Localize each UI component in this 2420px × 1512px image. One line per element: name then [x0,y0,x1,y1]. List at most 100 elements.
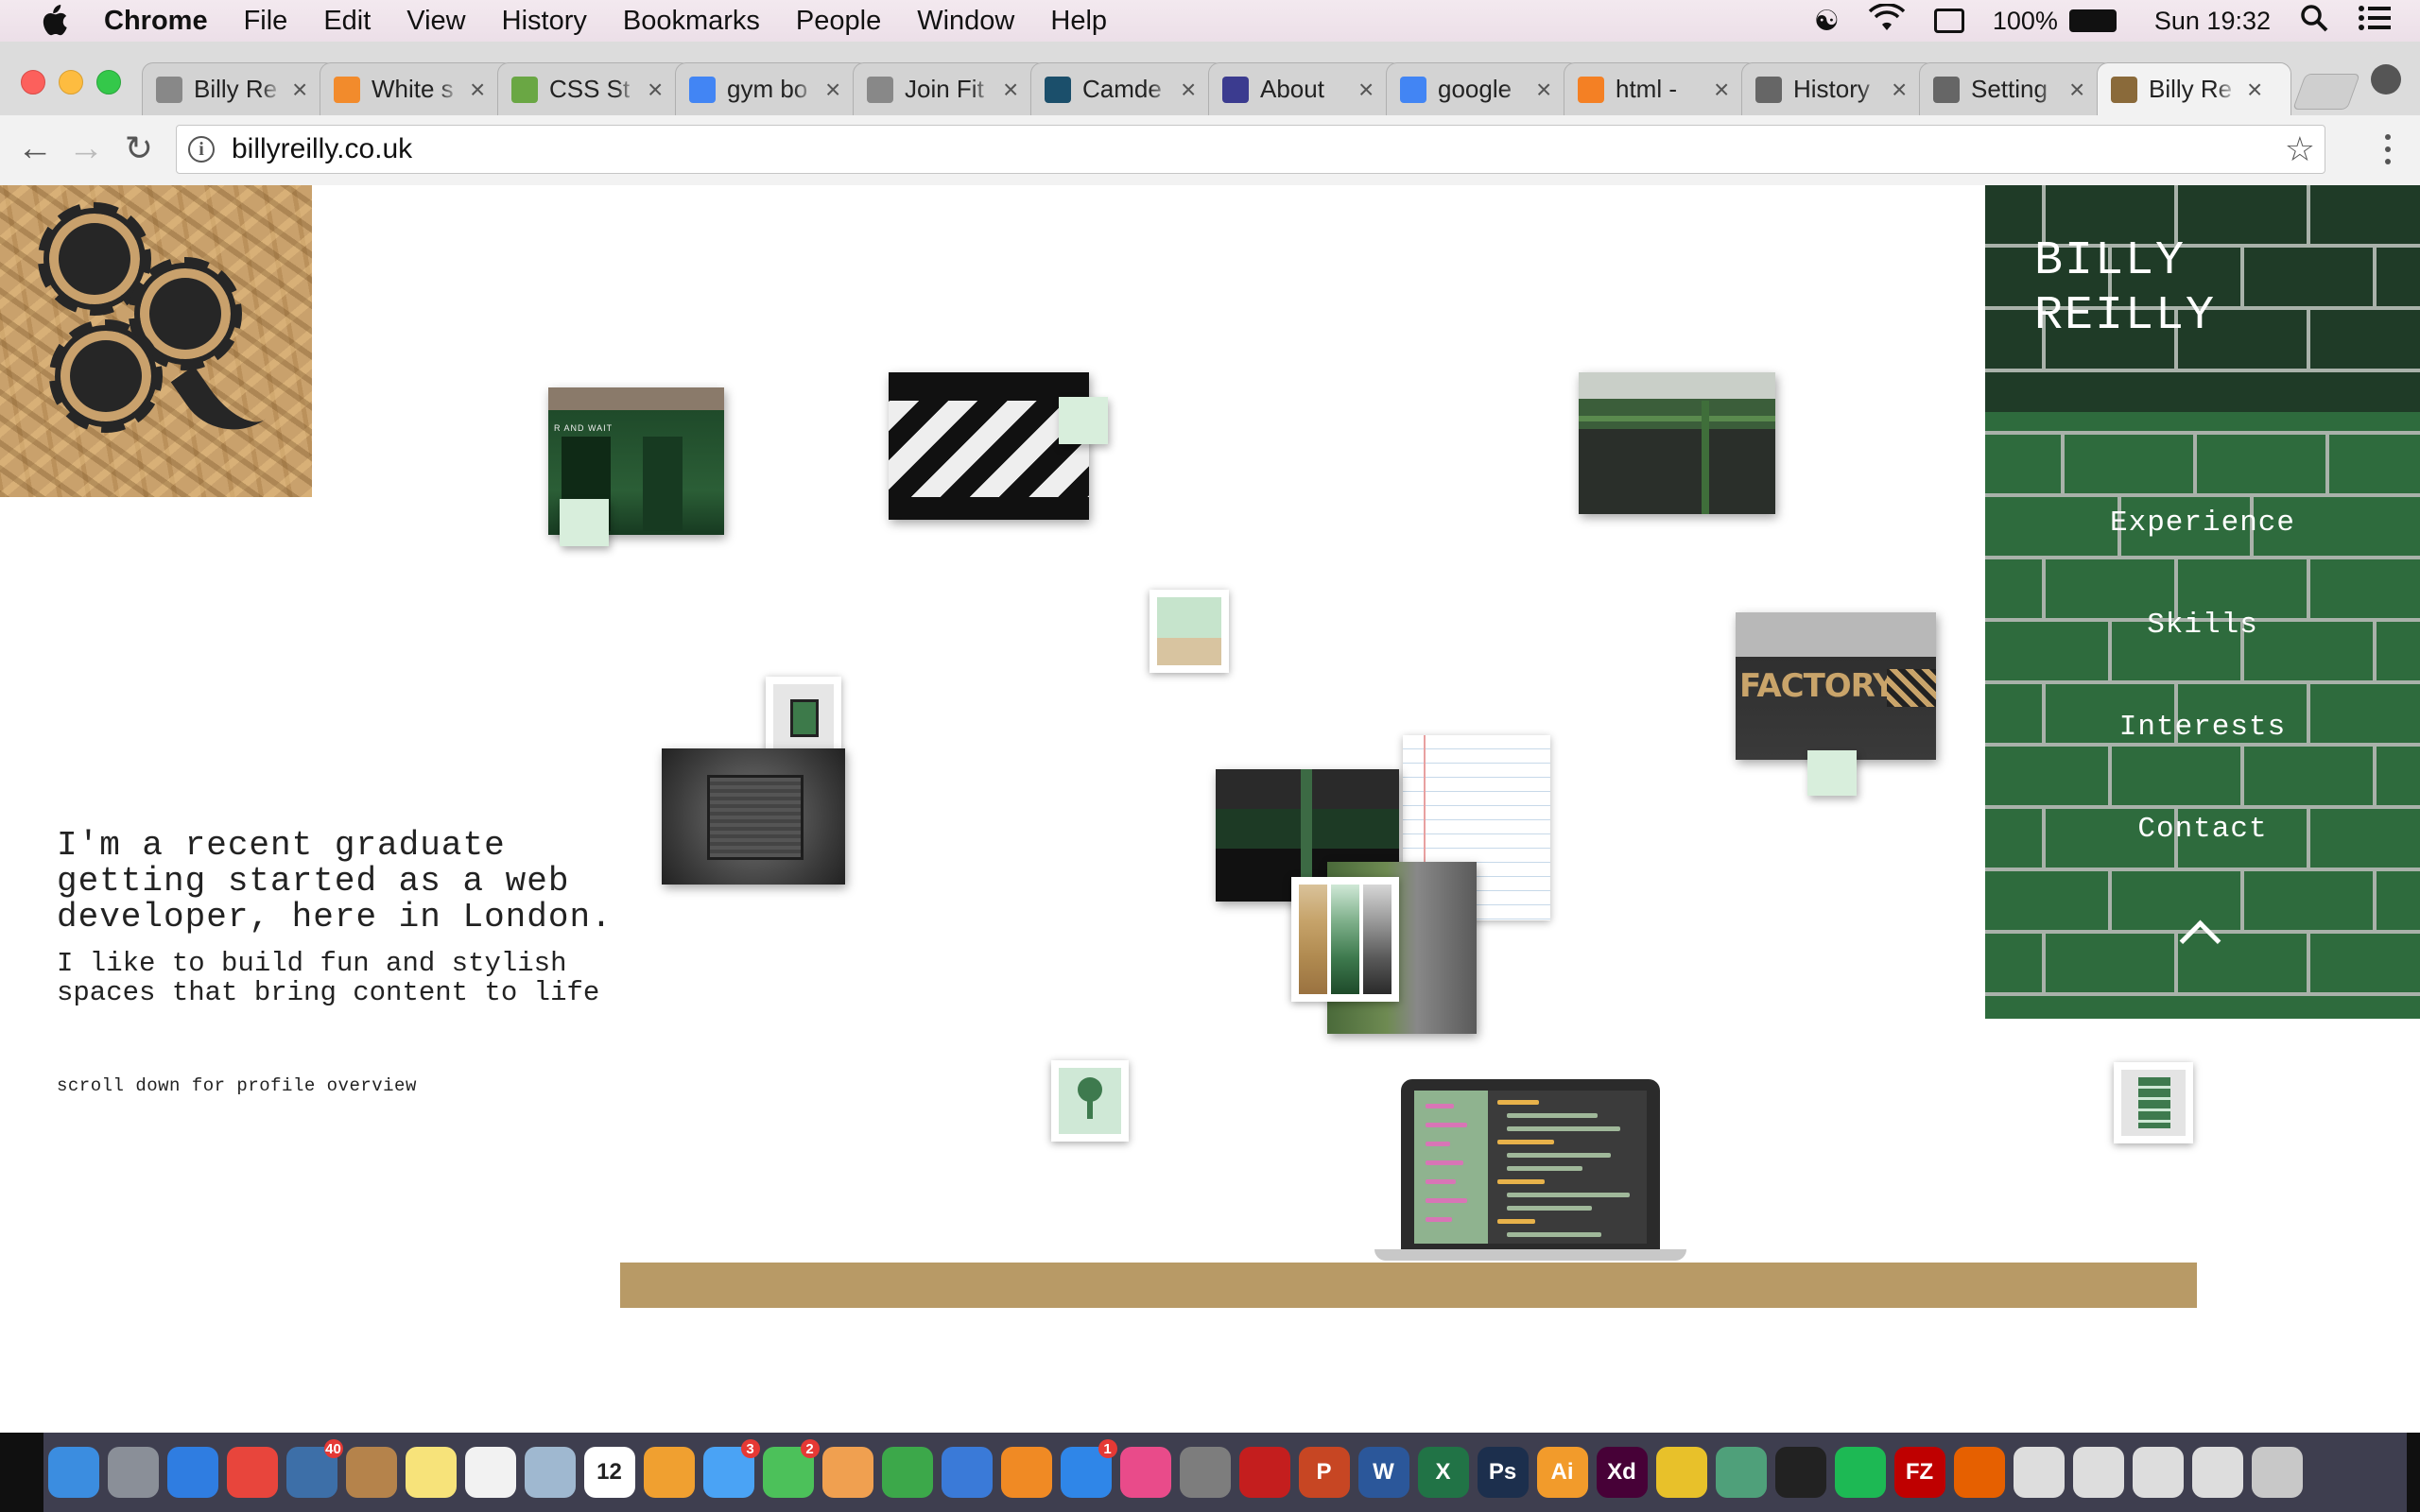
appstore-icon[interactable]: 1 [1060,1439,1117,1498]
menu-history[interactable]: History [502,6,587,37]
profile-avatar-icon[interactable] [2371,64,2401,94]
acrobat-icon[interactable] [1238,1447,1290,1498]
photoshop-icon[interactable]: Ps [1477,1447,1529,1498]
facetime-icon[interactable]: 2 [762,1439,820,1498]
documents-4-icon[interactable] [2191,1447,2243,1498]
site-logo[interactable] [0,185,312,497]
menu-window[interactable]: Window [917,6,1014,37]
itunes-icon[interactable] [1119,1447,1171,1498]
polaroid-tree[interactable] [1051,1060,1129,1142]
pages-icon[interactable] [821,1447,873,1498]
keynote-icon[interactable] [941,1447,993,1498]
browser-tab[interactable]: Camde × [1030,62,1225,115]
browser-tab[interactable]: Billy Re × [142,62,337,115]
browser-tab[interactable]: html - × [1564,62,1758,115]
terminal-icon[interactable] [1774,1447,1826,1498]
address-url[interactable]: billyreilly.co.uk [232,133,412,165]
menu-app-name[interactable]: Chrome [104,6,208,37]
menu-edit[interactable]: Edit [323,6,371,37]
preview-icon[interactable] [524,1447,576,1498]
ibooks-icon[interactable] [1000,1447,1052,1498]
clock[interactable]: Sun 19:32 [2154,7,2271,36]
nav-link-skills[interactable]: Skills [1985,609,2420,642]
battery-icon[interactable] [2068,9,2117,32]
word-icon[interactable]: W [1357,1447,1409,1498]
tab-close-icon[interactable]: × [1181,75,1196,105]
wifi-icon[interactable] [1868,2,1906,39]
window-close-button[interactable] [21,70,45,94]
reminders-icon[interactable] [464,1447,516,1498]
browser-tab[interactable]: About × [1208,62,1403,115]
window-minimize-button[interactable] [59,70,83,94]
photos-icon[interactable] [643,1447,695,1498]
atom-icon[interactable] [1715,1447,1767,1498]
menu-view[interactable]: View [406,6,465,37]
menu-bookmarks[interactable]: Bookmarks [623,6,760,37]
battery-percent[interactable]: 100% [1993,7,2058,36]
bookmark-star-icon[interactable]: ☆ [2285,129,2315,169]
spotify-icon[interactable] [1834,1447,1886,1498]
chrome-icon[interactable] [226,1447,278,1498]
airplay-icon[interactable] [1933,9,1964,33]
documents-3-icon[interactable] [2132,1447,2184,1498]
tab-close-icon[interactable]: × [2069,75,2084,105]
window-zoom-button[interactable] [96,70,121,94]
chrome-menu-icon[interactable] [2378,130,2397,168]
cyberduck-icon[interactable] [1655,1447,1707,1498]
reload-icon[interactable]: ↻ [119,129,159,168]
browser-tab[interactable]: Setting × [1919,62,2114,115]
notes-icon[interactable] [405,1447,457,1498]
site-info-icon[interactable]: i [188,136,215,163]
trash-icon[interactable] [2251,1447,2303,1498]
tab-close-icon[interactable]: × [1003,75,1018,105]
tab-close-icon[interactable]: × [1358,75,1374,105]
launchpad-icon[interactable] [107,1447,159,1498]
calendar-icon[interactable]: 12 [583,1447,635,1498]
site-brand-title[interactable]: BILLY REILLY [2034,234,2216,344]
polaroid-railing[interactable] [1150,590,1229,673]
photo-manhole[interactable] [662,748,845,885]
forward-arrow-icon[interactable]: → [66,129,106,168]
menu-file[interactable]: File [244,6,288,37]
browser-tab[interactable]: google × [1386,62,1581,115]
system-prefs-icon[interactable] [1179,1447,1231,1498]
polaroid-green-door[interactable] [766,677,841,756]
tab-close-icon[interactable]: × [292,75,307,105]
tab-close-icon[interactable]: × [1536,75,1551,105]
color-swatches[interactable] [1291,877,1399,1002]
tab-close-icon[interactable]: × [648,75,663,105]
nav-link-contact[interactable]: Contact [1985,813,2420,846]
safari-icon[interactable] [166,1447,218,1498]
tab-close-icon[interactable]: × [470,75,485,105]
tab-close-icon[interactable]: × [2247,75,2262,105]
tab-close-icon[interactable]: × [1714,75,1729,105]
notification-center-icon[interactable] [2358,4,2392,39]
tab-close-icon[interactable]: × [825,75,840,105]
photo-chevron-wall[interactable] [889,372,1089,520]
documents-2-icon[interactable] [2072,1447,2124,1498]
creative-cloud-icon[interactable]: ☯ [1814,5,1840,38]
polaroid-shelf[interactable] [2114,1062,2193,1143]
tab-close-icon[interactable]: × [1892,75,1907,105]
browser-tab[interactable]: gym bo × [675,62,870,115]
browser-tab[interactable]: White s × [320,62,514,115]
firefox-icon[interactable] [1953,1447,2005,1498]
menu-help[interactable]: Help [1050,6,1107,37]
browser-tab[interactable]: History × [1741,62,1936,115]
excel-icon[interactable]: X [1417,1447,1469,1498]
nav-link-experience[interactable]: Experience [1985,507,2420,540]
menu-people[interactable]: People [796,6,881,37]
contacts-icon[interactable] [345,1447,397,1498]
address-bar[interactable]: i billyreilly.co.uk ☆ [176,125,2325,174]
photo-market-hall[interactable] [1579,372,1775,514]
spotlight-search-icon[interactable] [2299,3,2329,40]
filezilla-icon[interactable]: FZ [1893,1447,1945,1498]
browser-tab[interactable]: Join Fit × [853,62,1047,115]
nav-link-interests[interactable]: Interests [1985,711,2420,744]
xd-icon[interactable]: Xd [1596,1447,1648,1498]
documents-1-icon[interactable] [2013,1447,2065,1498]
illustrator-icon[interactable]: Ai [1536,1447,1588,1498]
numbers-icon[interactable] [881,1447,933,1498]
finder-icon[interactable] [47,1447,99,1498]
apple-menu-icon[interactable] [38,5,70,37]
